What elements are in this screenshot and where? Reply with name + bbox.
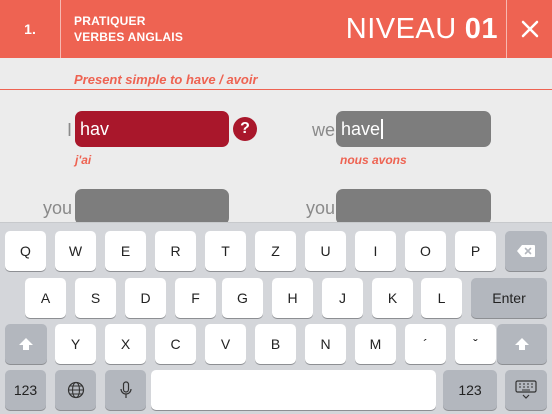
close-button[interactable]: [506, 0, 552, 58]
key[interactable]: S: [75, 278, 116, 318]
on-screen-keyboard: Q W E R T Z U I O P A S D F G H J K L En…: [0, 222, 552, 414]
key[interactable]: R: [155, 231, 196, 271]
key[interactable]: H: [272, 278, 313, 318]
translation-label: j'ai: [75, 153, 92, 167]
key[interactable]: F: [175, 278, 216, 318]
key[interactable]: E: [105, 231, 146, 271]
exercise-subtitle: Present simple to have / avoir: [74, 72, 258, 87]
answer-field-3[interactable]: [75, 189, 229, 225]
lesson-title-line2: VERBES ANGLAIS: [74, 30, 184, 44]
shift-icon: [19, 338, 33, 350]
shift-key-right[interactable]: [497, 324, 547, 364]
pronoun-label: I: [66, 120, 72, 140]
dictation-key[interactable]: [105, 370, 146, 410]
key[interactable]: Q: [5, 231, 46, 271]
globe-icon: [67, 381, 84, 399]
level-number: 01: [464, 12, 498, 45]
text-cursor: [381, 119, 384, 139]
numbers-key-right[interactable]: 123: [443, 370, 497, 410]
close-icon: [521, 20, 538, 38]
key[interactable]: T: [205, 231, 246, 271]
pronoun-label: you: [305, 198, 335, 218]
key[interactable]: B: [255, 324, 296, 364]
header-bar: 1. PRATIQUER VERBES ANGLAIS NIVEAU 01: [0, 0, 552, 58]
level-label: NIVEAU: [345, 12, 457, 45]
pronoun-label: you: [42, 198, 72, 218]
key[interactable]: U: [305, 231, 346, 271]
answer-field-2[interactable]: have: [336, 111, 491, 147]
key[interactable]: ˇ: [455, 324, 496, 364]
key[interactable]: ´: [405, 324, 446, 364]
numbers-key-left[interactable]: 123: [5, 370, 46, 410]
help-button[interactable]: ?: [233, 117, 257, 141]
key[interactable]: X: [105, 324, 146, 364]
key[interactable]: Y: [55, 324, 96, 364]
key[interactable]: K: [372, 278, 413, 318]
answer-field-text: have: [341, 118, 381, 139]
key[interactable]: V: [205, 324, 246, 364]
divider: [0, 89, 552, 90]
key[interactable]: W: [55, 231, 96, 271]
key[interactable]: C: [155, 324, 196, 364]
level-indicator: NIVEAU 01: [346, 0, 498, 58]
enter-key[interactable]: Enter: [471, 278, 547, 318]
microphone-icon: [119, 381, 132, 398]
dismiss-keyboard-key[interactable]: [505, 370, 547, 410]
answer-field-text: hav: [80, 118, 110, 139]
key[interactable]: D: [125, 278, 166, 318]
key[interactable]: L: [421, 278, 462, 318]
key[interactable]: J: [322, 278, 363, 318]
key[interactable]: I: [355, 231, 396, 271]
answer-field-1[interactable]: hav: [75, 111, 229, 147]
keyboard-dismiss-icon: [515, 380, 537, 399]
key[interactable]: N: [305, 324, 346, 364]
key[interactable]: O: [405, 231, 446, 271]
lesson-title-line1: PRATIQUER: [74, 14, 146, 28]
space-key[interactable]: [151, 370, 436, 410]
answer-field-4[interactable]: [336, 189, 491, 225]
globe-key[interactable]: [55, 370, 96, 410]
key[interactable]: P: [455, 231, 496, 271]
shift-key-left[interactable]: [5, 324, 47, 364]
key[interactable]: G: [222, 278, 263, 318]
key[interactable]: Z: [255, 231, 296, 271]
shift-icon: [515, 338, 529, 350]
lesson-title: PRATIQUER VERBES ANGLAIS: [74, 13, 183, 45]
backspace-key[interactable]: [505, 231, 547, 271]
translation-label: nous avons: [340, 153, 407, 167]
backspace-icon: [517, 245, 535, 257]
pronoun-label: we: [311, 120, 335, 140]
key[interactable]: A: [25, 278, 66, 318]
key[interactable]: M: [355, 324, 396, 364]
lesson-number: 1.: [0, 0, 61, 58]
